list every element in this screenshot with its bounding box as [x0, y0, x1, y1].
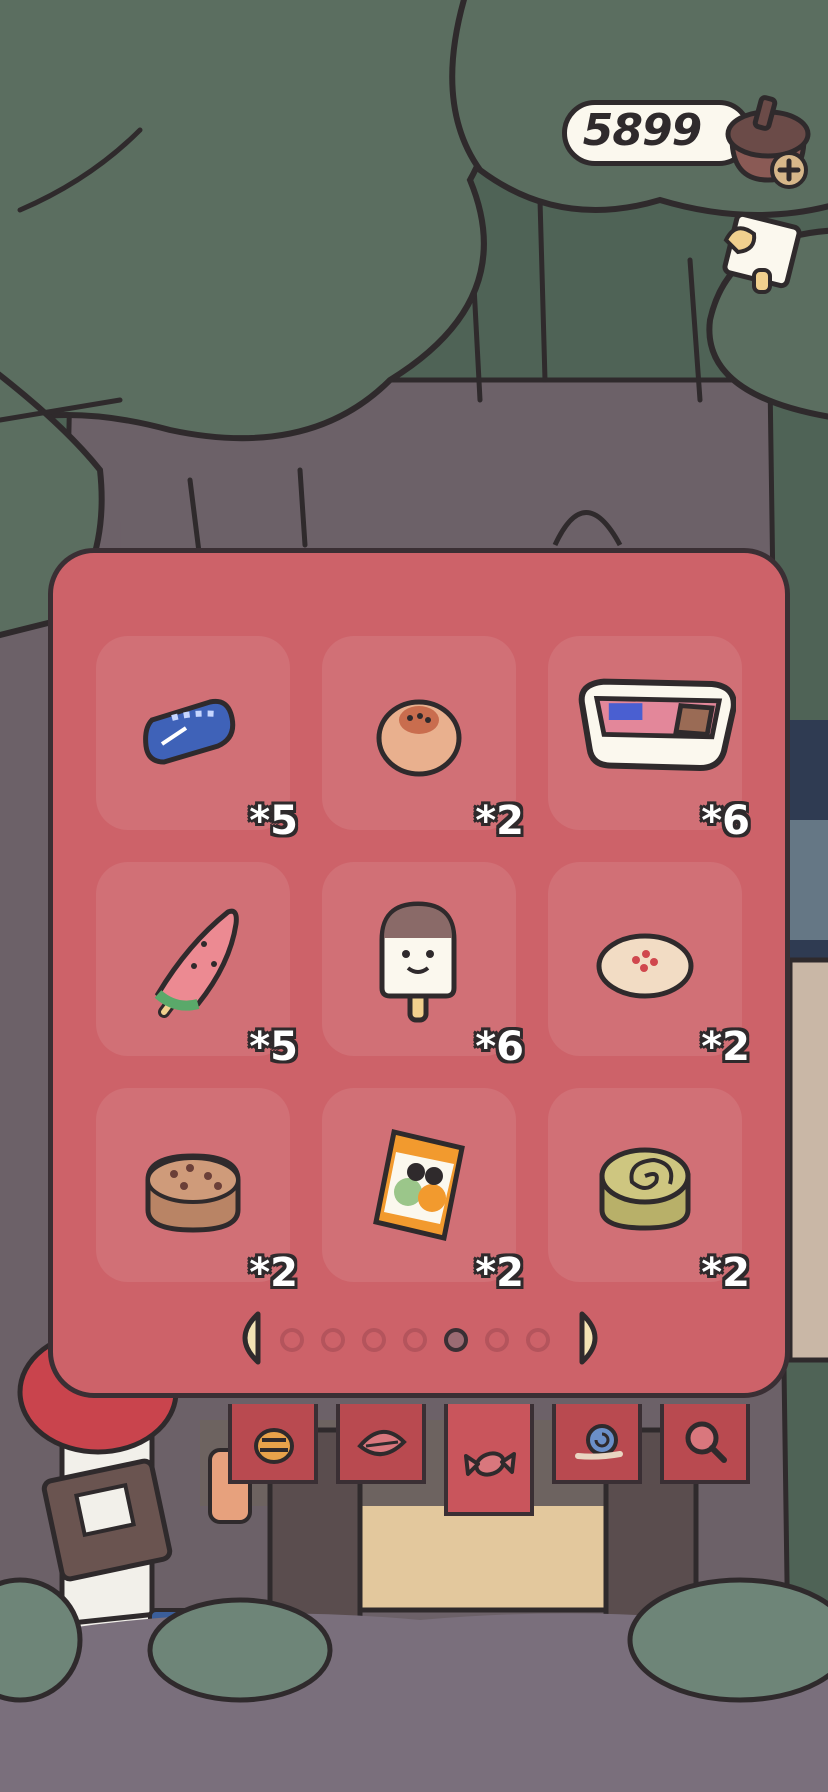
item-quantity: *6	[475, 1024, 524, 1070]
page-dot[interactable]	[362, 1328, 386, 1352]
magnifier-icon	[685, 1421, 727, 1463]
candy-tab[interactable]	[444, 1404, 534, 1516]
blue-candy-icon	[143, 698, 236, 765]
item-quantity: *2	[475, 1250, 524, 1296]
jam-biscuit-icon	[596, 933, 694, 999]
page-dot[interactable]	[403, 1328, 427, 1352]
magnifier-tab[interactable]	[660, 1404, 750, 1484]
inventory-slot-bun[interactable]: *2	[322, 636, 524, 844]
inventory-slot-swiss-roll-cake[interactable]: *2	[548, 1088, 750, 1296]
smiley-popsicle-icon	[379, 901, 457, 1023]
item-quantity: *2	[701, 1024, 750, 1070]
inventory-slot-jam-biscuit[interactable]: *2	[548, 862, 750, 1070]
snack-bag-icon	[373, 1128, 465, 1242]
page-indicator	[228, 1310, 612, 1374]
next-page-arrow-icon[interactable]	[574, 1310, 612, 1366]
bun-icon	[376, 699, 462, 777]
plus-icon[interactable]	[769, 150, 809, 190]
currency-amount: 5899	[582, 105, 702, 156]
inventory-slot-watermelon-popsicle[interactable]: *5	[96, 862, 298, 1070]
item-quantity: *6	[701, 798, 750, 844]
page-dot[interactable]	[280, 1328, 304, 1352]
previous-page-arrow-icon[interactable]	[228, 1310, 266, 1366]
page-dot[interactable]	[526, 1328, 550, 1352]
note-icon[interactable]	[716, 210, 808, 300]
item-quantity: *2	[249, 1250, 298, 1296]
inventory-slot-ice-cream-box[interactable]: *6	[548, 636, 750, 844]
snail-icon	[575, 1424, 623, 1460]
chocolate-chip-cookie-icon	[145, 1153, 241, 1233]
page-dot-active[interactable]	[444, 1328, 468, 1352]
page-dot[interactable]	[321, 1328, 345, 1352]
watermelon-popsicle-icon	[154, 908, 239, 1018]
leaf-icon	[357, 1430, 407, 1456]
item-quantity: *2	[701, 1250, 750, 1296]
inventory-slot-chocolate-chip-cookie[interactable]: *2	[96, 1088, 298, 1296]
swiss-roll-cake-icon	[599, 1147, 691, 1231]
ice-cream-box-icon	[578, 678, 736, 772]
bee-icon	[254, 1428, 294, 1464]
inventory-slot-snack-bag[interactable]: *2	[322, 1088, 524, 1296]
snail-tab[interactable]	[552, 1404, 642, 1484]
inventory-slot-blue-candy[interactable]: *5	[96, 636, 298, 844]
inventory-slot-smiley-popsicle[interactable]: *6	[322, 862, 524, 1070]
page-dot[interactable]	[485, 1328, 509, 1352]
item-quantity: *2	[475, 798, 524, 844]
item-quantity: *5	[249, 798, 298, 844]
item-quantity: *5	[249, 1024, 298, 1070]
candy-icon	[464, 1451, 516, 1477]
leaf-tab[interactable]	[336, 1404, 426, 1484]
bee-tab[interactable]	[228, 1404, 318, 1484]
